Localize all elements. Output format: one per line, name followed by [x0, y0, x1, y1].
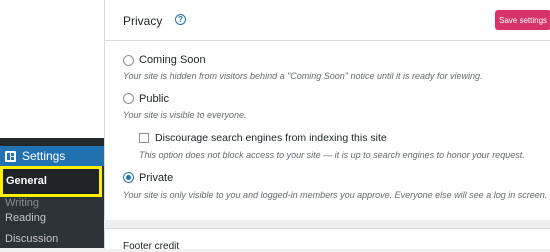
coming-soon-description: Your site is hidden from visitors behind…: [123, 71, 483, 81]
coming-soon-label[interactable]: Coming Soon: [139, 54, 206, 66]
sidebar-item-general-label: General: [6, 175, 47, 187]
sidebar-blank-area: [0, 0, 104, 138]
save-settings-button[interactable]: Save settings: [495, 10, 550, 30]
coming-soon-radio[interactable]: [123, 55, 134, 66]
sidebar-item-general[interactable]: General: [0, 166, 102, 197]
public-radio[interactable]: [123, 93, 134, 104]
public-description: Your site is visible to everyone.: [123, 110, 247, 120]
private-label[interactable]: Private: [139, 172, 173, 184]
discourage-search-description: This option does not block access to you…: [139, 150, 525, 160]
private-radio[interactable]: [123, 172, 134, 183]
footer-credit-title: Footer credit: [123, 241, 180, 252]
privacy-panel-header: Privacy ? Save settings: [105, 0, 550, 41]
discourage-search-label[interactable]: Discourage search engines from indexing …: [155, 132, 387, 144]
private-description: Your site is only visible to you and log…: [123, 190, 548, 200]
sidebar-item-writing[interactable]: Writing: [5, 197, 39, 209]
help-icon[interactable]: ?: [175, 14, 186, 25]
admin-sidebar: Settings Writing General Reading Discuss…: [0, 138, 104, 248]
sidebar-item-discussion[interactable]: Discussion: [5, 233, 58, 245]
panel-gap: [104, 220, 550, 228]
settings-icon: [5, 151, 16, 162]
sidebar-item-settings[interactable]: Settings: [0, 146, 104, 166]
privacy-panel: Privacy ? Save settings Coming Soon Your…: [104, 0, 550, 220]
discourage-search-checkbox[interactable]: [139, 133, 149, 143]
footer-credit-panel: Footer credit: [104, 228, 550, 252]
sidebar-item-settings-label: Settings: [22, 149, 66, 163]
public-label[interactable]: Public: [139, 93, 169, 105]
sidebar-item-reading[interactable]: Reading: [5, 212, 46, 224]
privacy-title: Privacy: [123, 14, 163, 28]
